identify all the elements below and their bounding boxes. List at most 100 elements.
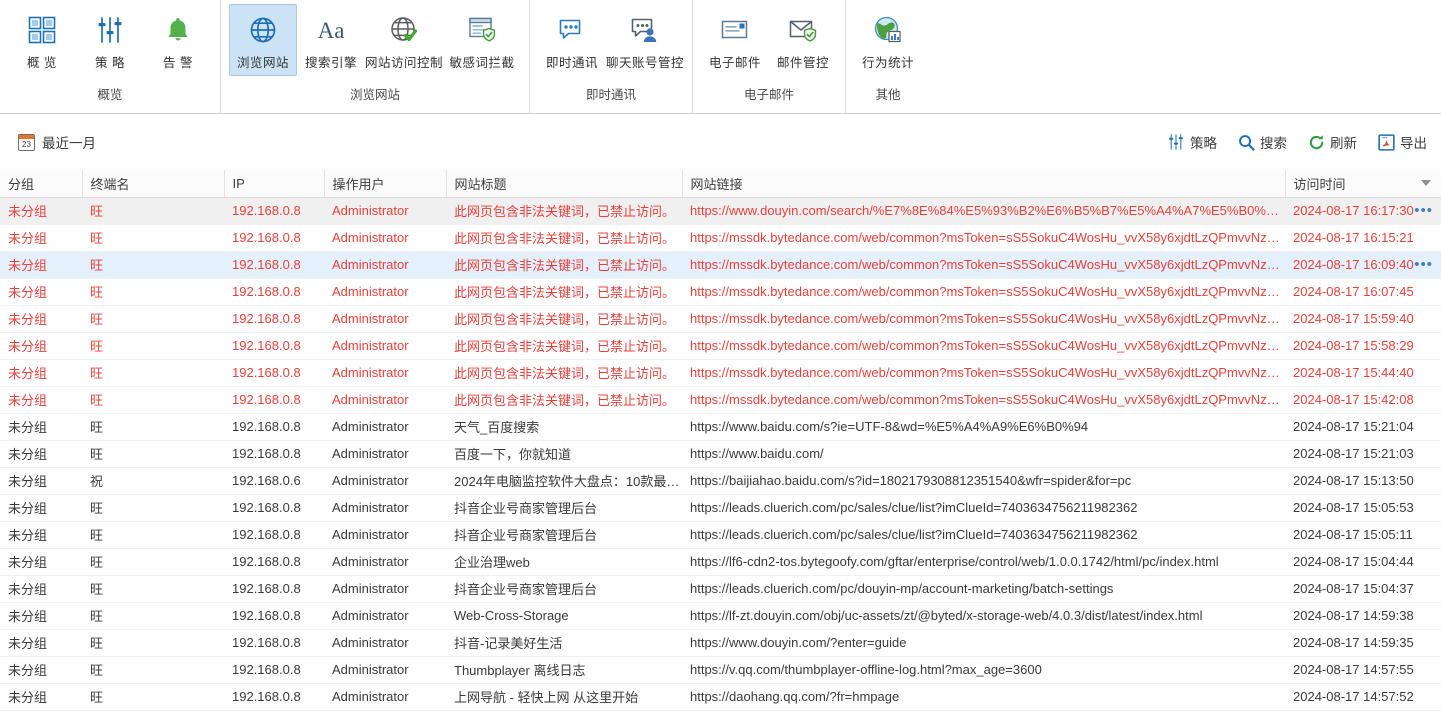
toolbar-action-刷新[interactable]: 刷新 bbox=[1307, 132, 1357, 152]
table-row[interactable]: 未分组旺 192.168.0.8 Administrator Web-Cross-St… bbox=[0, 602, 1441, 630]
table-row[interactable]: 未分组旺 192.168.0.8 Administrator 此网页包含非法关键词，已… bbox=[0, 332, 1441, 360]
cell-ip: 192.168.0.6 bbox=[224, 467, 324, 495]
chevron-down-icon[interactable] bbox=[1421, 180, 1431, 187]
ribbon-toolbar: 概 览策 略告 警概览 浏览网站 Aa 搜索引擎 网站访问控制 敏感词拦截 浏览网站 即时通讯… bbox=[0, 0, 1441, 114]
table-row[interactable]: 未分组旺 192.168.0.8 Administrator 上网导航 - 轻快上网 … bbox=[0, 683, 1441, 711]
table-row[interactable]: 未分组旺 192.168.0.8 Administrator 此网页包含非法关键词，已… bbox=[0, 251, 1441, 279]
cell-title: 此网页包含非法关键词，已禁止访问。 bbox=[446, 197, 682, 225]
column-header-user[interactable]: 操作用户 bbox=[324, 170, 447, 198]
cell-terminal: 旺 bbox=[82, 332, 224, 360]
cell-url: https://baijiahao.baidu.com/s?id=1802179… bbox=[682, 467, 1285, 495]
ribbon-button-告警[interactable]: 告 警 bbox=[144, 4, 212, 76]
table-row[interactable]: 未分组旺 192.168.0.8 Administrator 此网页包含非法关键词，已… bbox=[0, 359, 1441, 387]
ribbon-button-聊天账号管控[interactable]: 聊天账号管控 bbox=[606, 4, 684, 76]
ribbon-group-title: 电子邮件 bbox=[743, 88, 794, 102]
ribbon-button-浏览网站[interactable]: 浏览网站 bbox=[229, 4, 297, 76]
cell-url: https://mssdk.bytedance.com/web/common?m… bbox=[682, 251, 1285, 279]
toolbar-action-搜索[interactable]: 搜索 bbox=[1237, 132, 1287, 152]
table-row[interactable]: 未分组祝 192.168.0.6 Administrator 2024年电脑监控软件大… bbox=[0, 467, 1441, 495]
table-row[interactable]: 未分组旺 192.168.0.8 Administrator 抖音企业号商家管理后台 h… bbox=[0, 575, 1441, 603]
search-icon bbox=[1237, 133, 1255, 151]
table-row[interactable]: 未分组旺 192.168.0.8 Administrator 此网页包含非法关键词，已… bbox=[0, 224, 1441, 252]
table-row[interactable]: 未分组旺 192.168.0.8 Administrator 此网页包含非法关键词，已… bbox=[0, 305, 1441, 333]
text-aa-icon: Aa bbox=[316, 11, 346, 49]
cell-terminal: 旺 bbox=[82, 440, 224, 468]
cell-url: https://mssdk.bytedance.com/web/common?m… bbox=[682, 305, 1285, 333]
table-row[interactable]: 未分组旺 192.168.0.8 Administrator 此网页包含非法关键词，已… bbox=[0, 197, 1441, 225]
ribbon-group-电子邮件: 电子邮件 邮件管控 电子邮件 bbox=[692, 0, 845, 113]
table-row[interactable]: 未分组旺 192.168.0.8 Administrator 百度一下，你就知道 htt… bbox=[0, 440, 1441, 468]
cell-group: 未分组 bbox=[0, 413, 82, 441]
cell-group: 未分组 bbox=[0, 494, 82, 522]
cell-title: 此网页包含非法关键词，已禁止访问。 bbox=[446, 278, 682, 306]
toolbar-action-label: 搜索 bbox=[1260, 136, 1287, 151]
cell-url: https://leads.cluerich.com/pc/sales/clue… bbox=[682, 521, 1285, 549]
cell-title: Web-Cross-Storage bbox=[446, 602, 682, 630]
cell-time-text: 2024-08-17 16:07:45 bbox=[1293, 284, 1414, 299]
ribbon-button-行为统计[interactable]: 行为统计 bbox=[854, 4, 922, 76]
bell-icon bbox=[163, 11, 193, 49]
column-header-url[interactable]: 网站链接 bbox=[682, 170, 1286, 198]
column-header-group[interactable]: 分组 bbox=[0, 170, 83, 198]
row-more-menu-icon[interactable]: ••• bbox=[1414, 257, 1433, 272]
cell-ip: 192.168.0.8 bbox=[224, 386, 324, 414]
ribbon-button-label: 即时通讯 bbox=[545, 56, 598, 70]
date-range-filter[interactable]: 23 最近一月 bbox=[18, 132, 96, 152]
ribbon-button-概览[interactable]: 概 览 bbox=[8, 4, 76, 76]
ribbon-button-邮件管控[interactable]: 邮件管控 bbox=[769, 4, 837, 76]
cell-time-text: 2024-08-17 16:15:21 bbox=[1293, 230, 1414, 245]
table-row[interactable]: 未分组旺 192.168.0.8 Administrator 抖音-记录美好生活 htt… bbox=[0, 629, 1441, 657]
cell-ip: 192.168.0.8 bbox=[224, 656, 324, 684]
table-row[interactable]: 未分组旺 192.168.0.8 Administrator 抖音企业号商家管理后台 h… bbox=[0, 521, 1441, 549]
cell-url: https://daohang.qq.com/?fr=hmpage bbox=[682, 683, 1285, 711]
cell-title: 抖音企业号商家管理后台 bbox=[446, 575, 682, 603]
ribbon-group-title: 即时通讯 bbox=[585, 88, 636, 102]
toolbar-action-导出[interactable]: 导出 bbox=[1377, 132, 1427, 152]
ribbon-button-敏感词拦截[interactable]: 敏感词拦截 bbox=[443, 4, 521, 76]
cell-group: 未分组 bbox=[0, 305, 82, 333]
table-row[interactable]: 未分组旺 192.168.0.8 Administrator Thumbplayer … bbox=[0, 656, 1441, 684]
column-header-label: 网站标题 bbox=[454, 176, 507, 192]
ribbon-button-即时通讯[interactable]: 即时通讯 bbox=[538, 4, 606, 76]
column-header-ip[interactable]: IP bbox=[224, 170, 325, 198]
cell-url: https://mssdk.bytedance.com/web/common?m… bbox=[682, 224, 1285, 252]
cell-ip: 192.168.0.8 bbox=[224, 251, 324, 279]
cell-group: 未分组 bbox=[0, 656, 82, 684]
cell-time: 2024-08-17 14:59:38 bbox=[1285, 602, 1441, 630]
export-icon bbox=[1377, 133, 1395, 151]
mail-shield-icon bbox=[788, 11, 818, 49]
cell-user: Administrator bbox=[324, 521, 446, 549]
table-row[interactable]: 未分组旺 192.168.0.8 Administrator 此网页包含非法关键词，已… bbox=[0, 278, 1441, 306]
cell-time: 2024-08-17 15:59:40 bbox=[1285, 305, 1441, 333]
ribbon-button-网站访问控制[interactable]: 网站访问控制 bbox=[365, 4, 443, 76]
cell-group: 未分组 bbox=[0, 386, 82, 414]
row-more-menu-icon[interactable]: ••• bbox=[1414, 203, 1433, 218]
ribbon-button-搜索引擎[interactable]: Aa 搜索引擎 bbox=[297, 4, 365, 76]
toolbar-action-策略[interactable]: 策略 bbox=[1167, 132, 1217, 152]
column-header-terminal[interactable]: 终端名 bbox=[82, 170, 225, 198]
cell-group: 未分组 bbox=[0, 332, 82, 360]
svg-text:Aa: Aa bbox=[318, 18, 345, 43]
cell-terminal: 旺 bbox=[82, 494, 224, 522]
table-row[interactable]: 未分组旺 192.168.0.8 Administrator 企业治理web https… bbox=[0, 548, 1441, 576]
table-row[interactable]: 未分组旺 192.168.0.8 Administrator 天气_百度搜索 https… bbox=[0, 413, 1441, 441]
cell-title: 天气_百度搜索 bbox=[446, 413, 682, 441]
column-header-label: 网站链接 bbox=[690, 176, 743, 192]
cell-ip: 192.168.0.8 bbox=[224, 197, 324, 225]
cell-time: 2024-08-17 15:42:08 bbox=[1285, 386, 1441, 414]
ribbon-group-items: 即时通讯 聊天账号管控 bbox=[530, 0, 692, 80]
cell-title: 抖音企业号商家管理后台 bbox=[446, 521, 682, 549]
column-header-title[interactable]: 网站标题 bbox=[446, 170, 683, 198]
cell-url: https://www.douyin.com/?enter=guide bbox=[682, 629, 1285, 657]
column-header-time[interactable]: 访问时间 bbox=[1285, 170, 1441, 198]
cell-terminal: 旺 bbox=[82, 278, 224, 306]
column-header-label: 操作用户 bbox=[332, 176, 385, 192]
ribbon-button-电子邮件[interactable]: 电子邮件 bbox=[701, 4, 769, 76]
cell-time-text: 2024-08-17 14:57:55 bbox=[1293, 662, 1414, 677]
table-row[interactable]: 未分组旺 192.168.0.8 Administrator 抖音企业号商家管理后台 h… bbox=[0, 494, 1441, 522]
website-visit-log-table[interactable]: 分组 终端名 IP 操作用户 网站标题 网站链接 访问时间 未分组旺 192.168.0.8 A… bbox=[0, 170, 1441, 716]
table-row[interactable]: 未分组旺 192.168.0.8 Administrator 此网页包含非法关键词，已… bbox=[0, 386, 1441, 414]
ribbon-group-其他: 行为统计 其他 bbox=[845, 0, 930, 113]
cell-title: 此网页包含非法关键词，已禁止访问。 bbox=[446, 251, 682, 279]
ribbon-button-策略[interactable]: 策 略 bbox=[76, 4, 144, 76]
